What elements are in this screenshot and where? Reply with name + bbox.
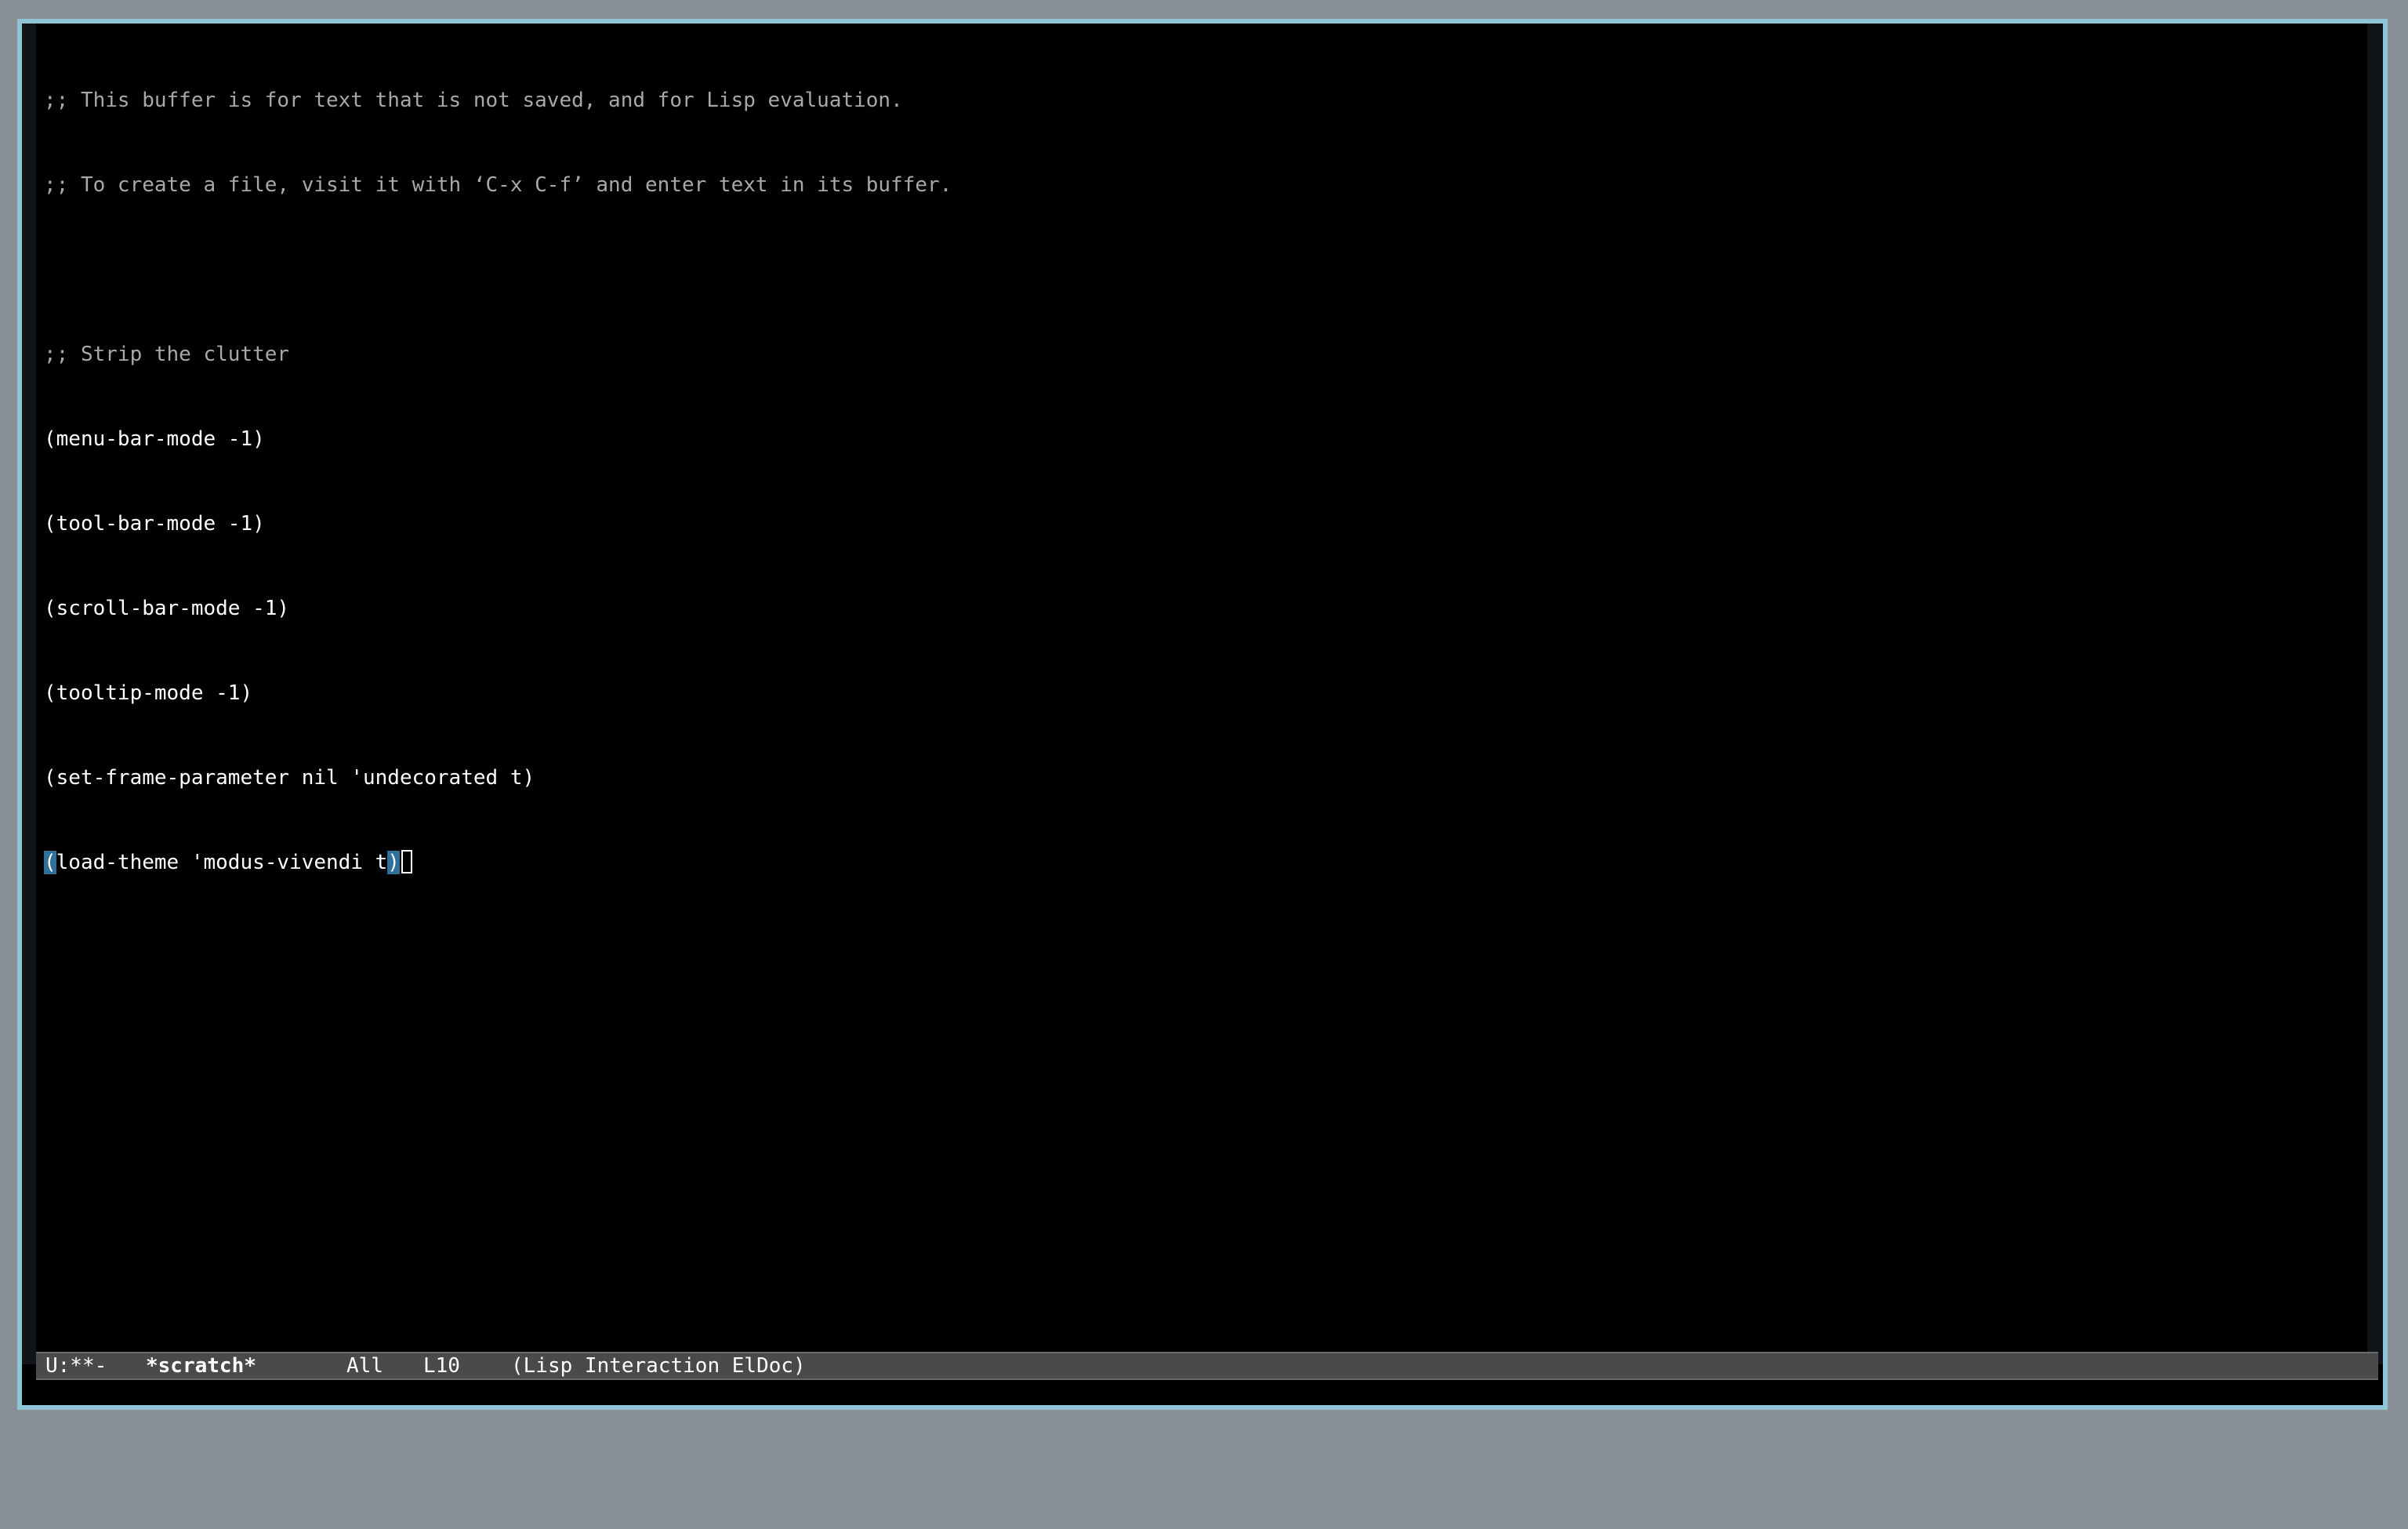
mode-line: U:**- *scratch* All L10 (Lisp Interactio…: [36, 1352, 2378, 1380]
buffer-line-7[interactable]: (scroll-bar-mode -1): [44, 594, 2348, 623]
text-cursor: [401, 850, 412, 873]
mode-line-status: U:**-: [45, 1354, 107, 1378]
right-fringe: [2367, 24, 2383, 1364]
buffer-line-3[interactable]: [44, 256, 2348, 284]
mode-line-position: All: [346, 1354, 383, 1378]
mode-line-major-minor-modes[interactable]: (Lisp Interaction ElDoc): [511, 1353, 806, 1378]
emacs-frame: ;; This buffer is for text that is not s…: [17, 19, 2388, 1410]
left-fringe: [22, 24, 36, 1364]
buffer-line-9[interactable]: (set-frame-parameter nil 'undecorated t): [44, 764, 2348, 792]
buffer-line-10[interactable]: (load-theme 'modus-vivendi t): [44, 848, 2348, 877]
echo-area[interactable]: [36, 1380, 2378, 1405]
buffer-line-8[interactable]: (tooltip-mode -1): [44, 679, 2348, 707]
matching-close-paren: ): [387, 851, 400, 874]
buffer-line-4[interactable]: ;; Strip the clutter: [44, 340, 2348, 369]
buffer-line-2[interactable]: ;; To create a file, visit it with ‘C-x …: [44, 171, 2348, 199]
scratch-buffer-text-area[interactable]: ;; This buffer is for text that is not s…: [44, 30, 2348, 1363]
buffer-line-5[interactable]: (menu-bar-mode -1): [44, 425, 2348, 453]
matching-open-paren: (: [44, 851, 56, 874]
mode-line-line-number: L10: [423, 1354, 460, 1378]
mode-line-buffer-name[interactable]: *scratch*: [146, 1353, 256, 1378]
buffer-line-6[interactable]: (tool-bar-mode -1): [44, 510, 2348, 538]
load-theme-expression: load-theme 'modus-vivendi t: [56, 851, 388, 874]
buffer-line-1[interactable]: ;; This buffer is for text that is not s…: [44, 86, 2348, 114]
